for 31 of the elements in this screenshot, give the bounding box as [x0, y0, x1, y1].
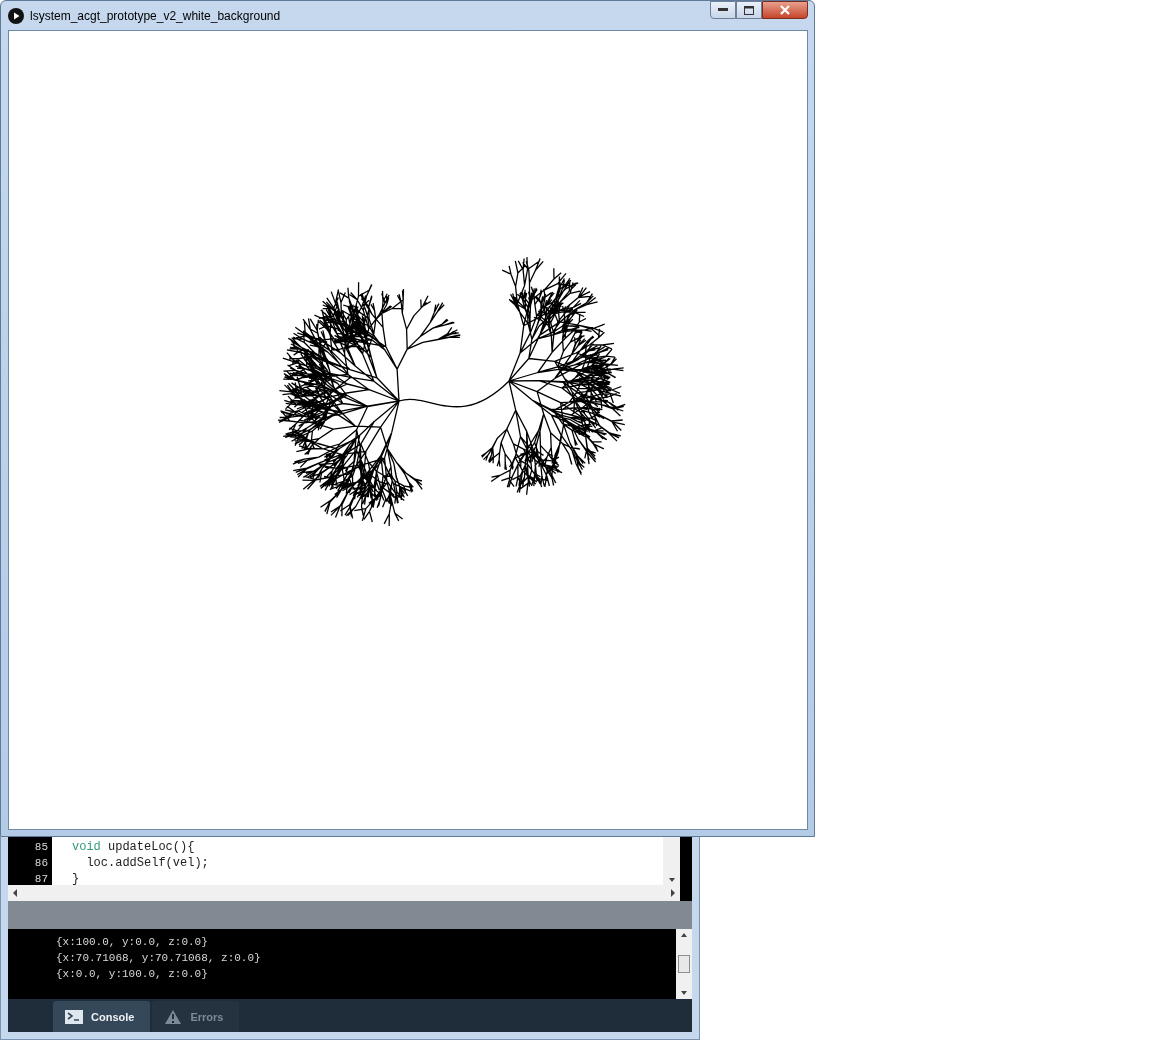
minimize-icon [718, 8, 728, 12]
panel-tab[interactable]: Console [53, 1001, 151, 1032]
console-line: {x:0.0, y:100.0, z:0.0} [56, 967, 209, 982]
horizontal-scrollbar[interactable] [8, 885, 680, 901]
scroll-thumb[interactable] [678, 955, 690, 973]
editor-edge [680, 837, 692, 885]
scroll-up-icon [680, 932, 688, 938]
vertical-scrollbar[interactable] [663, 837, 680, 885]
maximize-icon [744, 5, 754, 15]
console-line: {x:70.71068, y:70.71068, z:0.0} [56, 951, 262, 966]
close-icon [779, 5, 791, 15]
console-line: {x:100.0, y:0.0, z:0.0} [56, 935, 209, 950]
code-keyword: void [72, 839, 101, 855]
scroll-down-icon [680, 990, 688, 996]
play-icon [8, 7, 24, 24]
line-number: 87 [33, 872, 49, 887]
scroll-right-icon [670, 889, 676, 897]
warning-icon [164, 1008, 183, 1025]
code-text: loc.addSelf(vel); [85, 855, 209, 871]
code-text: updateLoc(){ [107, 839, 195, 855]
minimize-button[interactable] [710, 1, 736, 19]
terminal-icon [65, 1009, 83, 1024]
maximize-button[interactable] [736, 1, 762, 19]
panel-tab[interactable]: Errors [152, 1001, 240, 1032]
window-title: lsystem_acgt_prototype_v2_white_background [30, 8, 282, 23]
line-number: 85 [33, 840, 49, 855]
console-scrollbar[interactable] [676, 929, 692, 999]
scroll-left-icon [12, 889, 18, 897]
code-text: } [72, 871, 80, 887]
line-number: 86 [33, 856, 49, 871]
close-button[interactable] [762, 1, 808, 19]
